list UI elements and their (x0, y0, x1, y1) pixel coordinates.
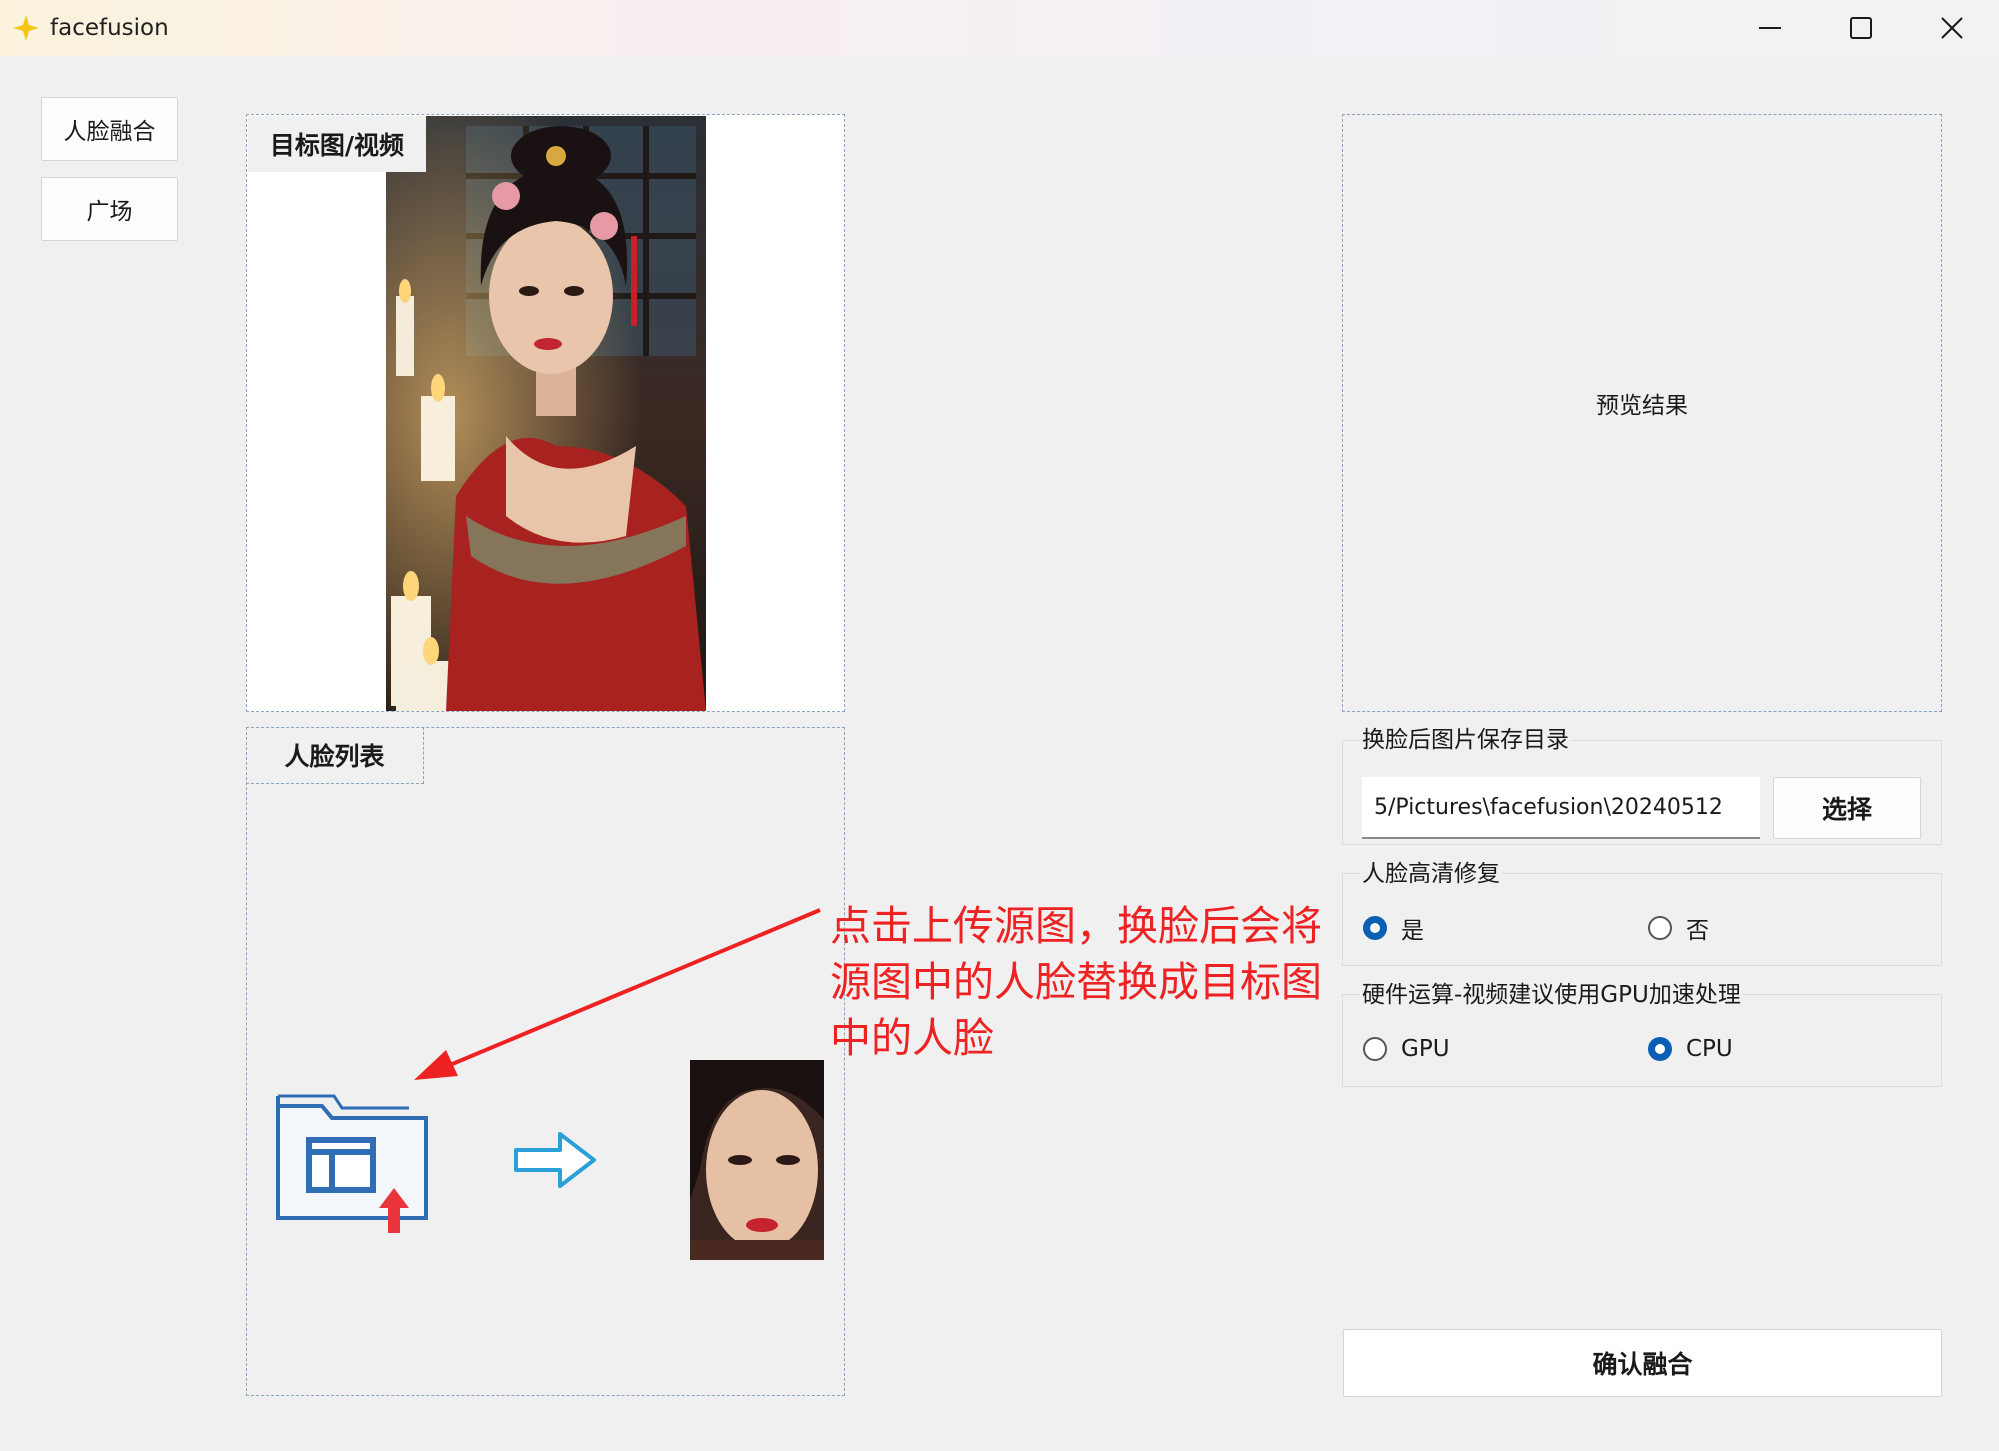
save-directory-legend: 换脸后图片保存目录 (1360, 725, 1571, 755)
confirm-fusion-button[interactable]: 确认融合 (1343, 1329, 1942, 1397)
radio-checked-icon (1363, 916, 1387, 940)
source-face-thumbnail[interactable] (690, 1060, 824, 1260)
radio-checked-icon (1648, 1037, 1672, 1061)
preview-result-label: 预览结果 (1596, 393, 1688, 419)
nav-button-face-fusion[interactable]: 人脸融合 (41, 97, 178, 161)
close-button[interactable] (1906, 0, 1998, 56)
annotation-arrow-icon (414, 908, 821, 1080)
choose-directory-button[interactable]: 选择 (1773, 777, 1921, 839)
nav-button-square[interactable]: 广场 (41, 177, 178, 241)
enhance-no-radio[interactable]: 否 (1648, 912, 1709, 944)
window-title: facefusion (50, 15, 169, 41)
preview-result-panel: 预览结果 (1342, 114, 1942, 712)
maximize-icon (1850, 17, 1872, 39)
hardware-cpu-label: CPU (1686, 1036, 1733, 1062)
app-window: facefusion 人脸融合 广场 目标图/视频 人脸列表 点击上传源图，换脸… (0, 0, 1999, 1451)
hardware-cpu-radio[interactable]: CPU (1648, 1033, 1733, 1065)
sparkle-icon (13, 15, 39, 41)
enhance-yes-radio[interactable]: 是 (1363, 912, 1424, 944)
folder-upload-icon[interactable] (274, 1088, 434, 1238)
minimize-button[interactable] (1724, 0, 1816, 56)
target-image (386, 116, 706, 711)
save-directory-input[interactable] (1362, 777, 1760, 839)
enhance-yes-label: 是 (1401, 918, 1424, 944)
hardware-gpu-radio[interactable]: GPU (1363, 1033, 1450, 1065)
radio-unchecked-icon (1363, 1037, 1387, 1061)
hardware-legend: 硬件运算-视频建议使用GPU加速处理 (1360, 980, 1743, 1010)
target-panel-label: 目标图/视频 (248, 116, 426, 172)
maximize-button[interactable] (1815, 0, 1907, 56)
enhance-no-label: 否 (1686, 918, 1709, 944)
radio-unchecked-icon (1648, 916, 1672, 940)
face-list-label: 人脸列表 (246, 727, 424, 784)
minimize-icon (1759, 27, 1781, 29)
title-bar[interactable]: facefusion (0, 0, 1999, 56)
face-enhance-legend: 人脸高清修复 (1360, 859, 1502, 889)
close-icon (1941, 17, 1963, 39)
hardware-gpu-label: GPU (1401, 1036, 1450, 1062)
right-arrow-icon (514, 1132, 596, 1188)
annotation-text: 点击上传源图，换脸后会将源图中的人脸替换成目标图中的人脸 (830, 902, 1322, 1062)
